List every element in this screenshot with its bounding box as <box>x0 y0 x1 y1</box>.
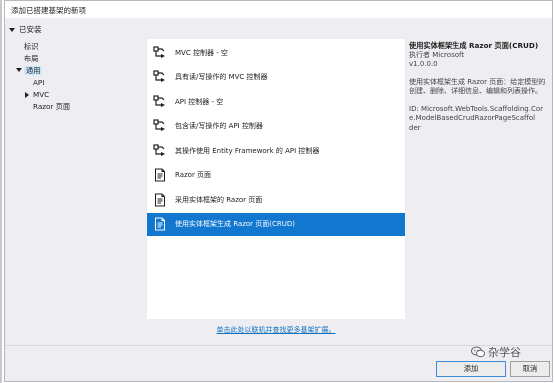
scaffold-item[interactable]: Razor 页面 <box>147 164 405 187</box>
scaffold-list: MVC 控制器 - 空具有读/写操作的 MVC 控制器 API 控制器 - 空包含… <box>147 39 405 319</box>
tree-item-api[interactable]: API <box>33 77 44 88</box>
scaffold-item-label: 具有读/写操作的 MVC 控制器 <box>175 73 268 81</box>
details-id-line: e.ModelBasedCrudRazorPageScaffol <box>409 114 536 122</box>
details-panel: 使用实体框架生成 Razor 页面(CRUD) 执行者 Microsoft v1… <box>409 41 549 133</box>
installed-node[interactable]: 已安装 <box>9 24 42 35</box>
online-scaffold-link[interactable]: 单击此处以联机并查找更多基架扩展。 <box>147 325 405 335</box>
scaffold-item-label: 其操作使用 Entity Framework 的 API 控制器 <box>175 146 320 155</box>
scaffold-item[interactable]: 具有读/写操作的 MVC 控制器 <box>147 66 405 89</box>
controller-icon <box>153 143 167 158</box>
tree-item-razor-pages[interactable]: Razor 页面 <box>33 101 70 112</box>
add-scaffold-dialog: 添加已搭建基架的新项 已安装 标识 布局 通用 API MVC Razor 页面… <box>4 0 553 382</box>
controller-icon <box>153 45 167 60</box>
scaffold-item-label: 使用实体框架生成 Razor 页面(CRUD) <box>175 220 296 228</box>
scaffold-item-label: Razor 页面 <box>175 171 212 179</box>
scaffold-item[interactable]: 其操作使用 Entity Framework 的 API 控制器 <box>147 139 405 162</box>
details-version: v1.0.0.0 <box>409 60 438 68</box>
scaffold-item-label: API 控制器 - 空 <box>175 97 224 106</box>
razor-page-icon <box>153 217 167 231</box>
controller-icon <box>153 94 167 109</box>
scaffold-item[interactable]: 包含读/写操作的 API 控制器 <box>147 115 405 138</box>
scaffold-item-label: 采用实体框架的 Razor 页面 <box>175 195 263 204</box>
scaffold-item[interactable]: API 控制器 - 空 <box>147 90 405 113</box>
title-bar: 添加已搭建基架的新项 <box>5 1 552 18</box>
expand-down-icon <box>9 27 15 32</box>
details-id-line: ID: Microsoft.WebTools.Scaffolding.Cor <box>409 104 544 113</box>
details-title: 使用实体框架生成 Razor 页面(CRUD) <box>409 41 539 50</box>
watermark: 杂学谷 <box>471 344 521 360</box>
wechat-icon <box>471 346 485 358</box>
footer-divider <box>5 345 552 346</box>
details-id-line: der <box>409 123 421 132</box>
scaffold-item-label: 包含读/写操作的 API 控制器 <box>175 122 263 130</box>
tree-item-identity[interactable]: 标识 <box>24 41 38 52</box>
installed-label: 已安装 <box>19 25 42 34</box>
scaffold-item[interactable]: 采用实体框架的 Razor 页面 <box>147 188 405 211</box>
expand-down-icon <box>16 68 22 72</box>
tree-item-mvc[interactable]: MVC <box>25 89 49 100</box>
watermark-text: 杂学谷 <box>488 346 521 359</box>
dialog-title: 添加已搭建基架的新项 <box>11 6 86 15</box>
expand-right-icon <box>25 92 29 98</box>
add-button[interactable]: 添加 <box>436 361 506 377</box>
details-publisher: 执行者 Microsoft <box>409 50 465 59</box>
cancel-button[interactable]: 取消 <box>510 361 550 377</box>
scaffold-item[interactable]: MVC 控制器 - 空 <box>147 41 405 64</box>
tree-item-common[interactable]: 通用 <box>16 65 43 76</box>
background-window-edge <box>0 0 2 383</box>
details-description: 使用实体框架生成 Razor 页面：给定模型的创建、删除、详细信息、编辑和列表操… <box>409 77 546 96</box>
controller-icon <box>153 70 167 84</box>
razor-page-icon <box>153 193 167 207</box>
scaffold-item-label: MVC 控制器 - 空 <box>175 48 228 57</box>
tree-item-layout[interactable]: 布局 <box>24 53 38 64</box>
razor-page-icon <box>153 168 167 182</box>
scaffold-item[interactable]: 使用实体框架生成 Razor 页面(CRUD) <box>147 212 405 236</box>
controller-icon <box>153 119 167 133</box>
